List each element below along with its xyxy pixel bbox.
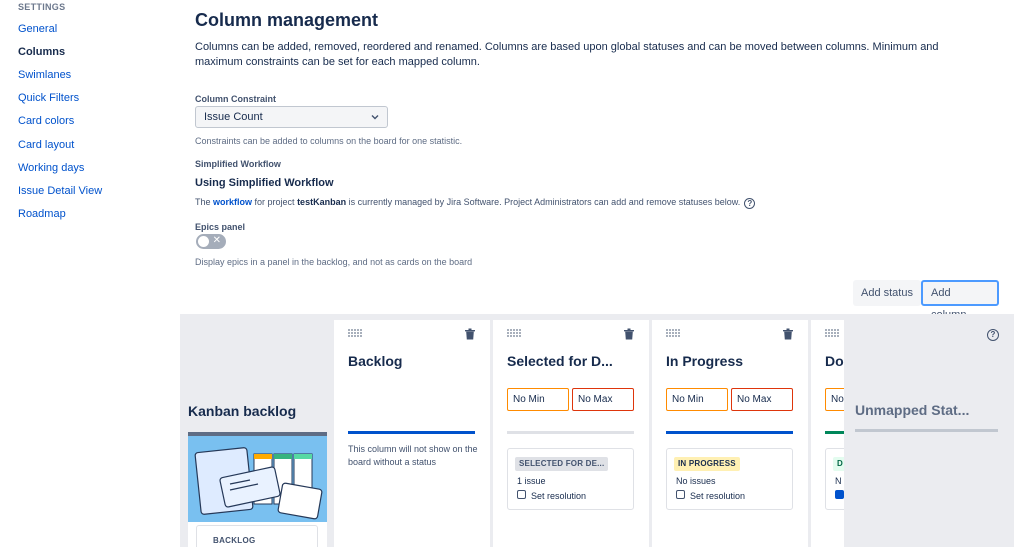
status-lozenge: IN PROGRESS bbox=[674, 457, 740, 471]
status-card[interactable]: SELECTED FOR DE... 1 issue Set resolutio… bbox=[507, 448, 634, 510]
backlog-illustration-icon bbox=[194, 447, 323, 520]
page-description: Columns can be added, removed, reordered… bbox=[195, 41, 939, 68]
column-name[interactable]: Backlog bbox=[348, 353, 478, 369]
set-resolution-checkbox[interactable] bbox=[517, 490, 526, 499]
workflow-text-mid: for project bbox=[252, 197, 298, 207]
issue-count: No issues bbox=[676, 476, 716, 486]
kanban-backlog-illustration: BACKLOG bbox=[188, 432, 327, 547]
column-status-bar bbox=[666, 431, 793, 434]
epics-panel-label: Epics panel bbox=[195, 222, 246, 232]
sidebar-item-swimlanes[interactable]: Swimlanes bbox=[18, 69, 71, 81]
help-icon[interactable]: ? bbox=[744, 198, 756, 209]
workflow-text-post: is currently managed by Jira Software. P… bbox=[346, 197, 741, 207]
drag-handle-icon[interactable] bbox=[666, 329, 680, 337]
page-title: Column management bbox=[195, 10, 379, 30]
column-constraint-value: Issue Count bbox=[204, 111, 263, 123]
sidebar-item-quick-filters[interactable]: Quick Filters bbox=[18, 92, 79, 104]
column-name[interactable]: Selected for D... bbox=[507, 353, 637, 369]
backlog-status-card[interactable]: BACKLOG bbox=[196, 525, 318, 547]
add-column-button[interactable]: Add column bbox=[921, 280, 999, 321]
max-constraint-input[interactable]: No Max bbox=[731, 388, 793, 411]
epics-panel-help: Display epics in a panel in the backlog,… bbox=[195, 257, 473, 267]
set-resolution-label: Set resolution bbox=[690, 491, 746, 501]
set-resolution-label: Set resolution bbox=[531, 491, 587, 501]
sidebar-header: SETTINGS bbox=[18, 2, 66, 12]
workflow-description: The workflow for project testKanban is c… bbox=[195, 197, 756, 209]
column-constraint-label: Column Constraint bbox=[195, 94, 276, 104]
column-management-page: SETTINGS General Columns Swimlanes Quick… bbox=[0, 0, 1024, 547]
trash-icon[interactable] bbox=[624, 328, 634, 340]
settings-sidebar: SETTINGS General Columns Swimlanes Quick… bbox=[0, 0, 180, 547]
simplified-workflow-label: Simplified Workflow bbox=[195, 159, 281, 169]
chevron-down-icon bbox=[371, 115, 379, 120]
workflow-text-pre: The bbox=[195, 197, 214, 207]
column-status-bar bbox=[507, 431, 634, 434]
column-note: This column will not show on the board w… bbox=[348, 444, 478, 467]
backlog-lozenge: BACKLOG bbox=[213, 536, 256, 545]
epics-panel-toggle[interactable]: ✕ bbox=[196, 234, 226, 249]
unmapped-status-bar bbox=[855, 429, 998, 432]
sidebar-item-working-days[interactable]: Working days bbox=[18, 162, 84, 174]
sidebar-item-card-colors[interactable]: Card colors bbox=[18, 115, 74, 127]
add-status-button[interactable]: Add status bbox=[853, 280, 921, 306]
sidebar-item-columns[interactable]: Columns bbox=[18, 46, 65, 58]
toggle-knob bbox=[198, 236, 209, 247]
column-constraint-select[interactable]: Issue Count bbox=[195, 106, 388, 128]
trash-icon[interactable] bbox=[465, 328, 475, 340]
column-status-bar bbox=[348, 431, 475, 434]
drag-handle-icon[interactable] bbox=[825, 329, 839, 337]
sidebar-item-issue-detail-view[interactable]: Issue Detail View bbox=[18, 185, 102, 197]
unmapped-statuses-title: Unmapped Stat... bbox=[855, 402, 970, 418]
min-constraint-input[interactable]: No Min bbox=[666, 388, 728, 411]
board-column-in-progress[interactable]: In Progress No Min No Max IN PROGRESS No… bbox=[652, 320, 808, 547]
simplified-workflow-title: Using Simplified Workflow bbox=[195, 177, 334, 189]
board-column-selected-for-development[interactable]: Selected for D... No Min No Max SELECTED… bbox=[493, 320, 649, 547]
min-constraint-input[interactable]: No Min bbox=[507, 388, 569, 411]
help-icon[interactable]: ? bbox=[987, 329, 999, 341]
board-column-backlog[interactable]: Backlog This column will not show on the… bbox=[334, 320, 490, 547]
max-constraint-input[interactable]: No Max bbox=[572, 388, 634, 411]
issue-count: N bbox=[835, 476, 842, 486]
column-board: Kanban backlog BACKLOG Backlog This colu… bbox=[180, 314, 1014, 547]
sidebar-item-card-layout[interactable]: Card layout bbox=[18, 139, 74, 151]
status-card[interactable]: IN PROGRESS No issues Set resolution bbox=[666, 448, 793, 510]
status-lozenge: SELECTED FOR DE... bbox=[515, 457, 609, 471]
project-name: testKanban bbox=[297, 197, 347, 207]
kanban-backlog-title: Kanban backlog bbox=[188, 403, 297, 419]
set-resolution-checkbox[interactable] bbox=[835, 490, 844, 499]
workflow-link[interactable]: workflow bbox=[213, 197, 252, 207]
drag-handle-icon[interactable] bbox=[348, 329, 362, 337]
column-constraint-help: Constraints can be added to columns on t… bbox=[195, 136, 463, 146]
drag-handle-icon[interactable] bbox=[507, 329, 521, 337]
sidebar-item-roadmap[interactable]: Roadmap bbox=[18, 208, 66, 220]
trash-icon[interactable] bbox=[783, 328, 793, 340]
set-resolution-checkbox[interactable] bbox=[676, 490, 685, 499]
unmapped-statuses-column: ? Unmapped Stat... bbox=[844, 314, 1014, 547]
close-icon: ✕ bbox=[212, 235, 221, 246]
issue-count: 1 issue bbox=[517, 476, 546, 486]
sidebar-item-general[interactable]: General bbox=[18, 23, 57, 35]
column-name[interactable]: In Progress bbox=[666, 353, 796, 369]
